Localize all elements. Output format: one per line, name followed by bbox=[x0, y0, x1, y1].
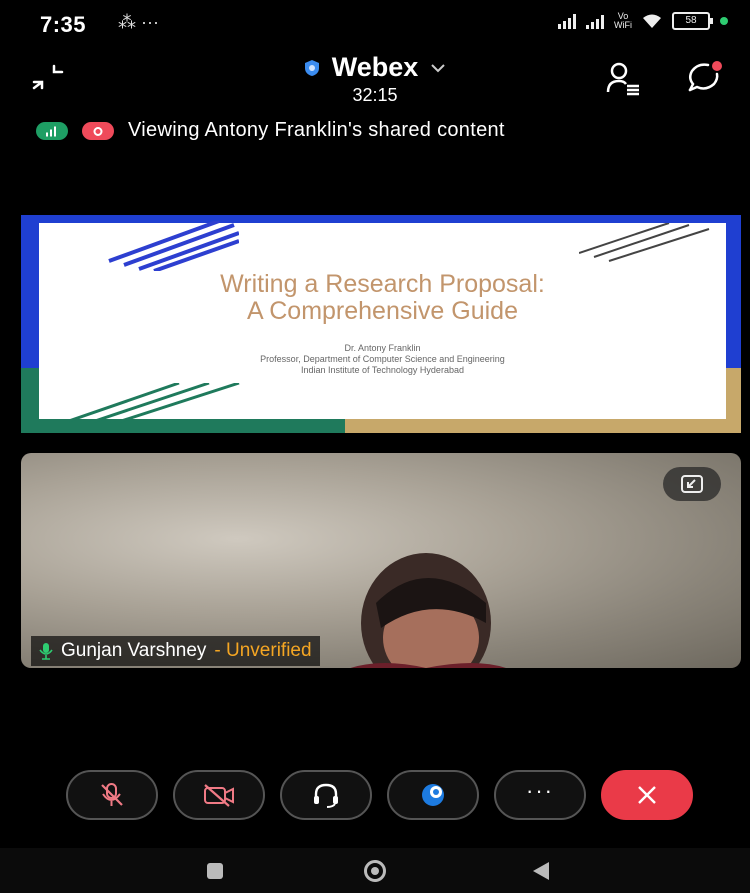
shield-icon bbox=[304, 59, 319, 76]
picture-in-picture-icon bbox=[681, 475, 703, 493]
recording-dot bbox=[720, 17, 728, 25]
slide-page: Writing a Research Proposal: A Comprehen… bbox=[39, 221, 726, 423]
vowifi-label: Vo WiFi bbox=[614, 11, 632, 30]
meeting-title[interactable]: Webex bbox=[304, 52, 447, 83]
status-time: 7:35 bbox=[40, 12, 87, 37]
video-off-icon bbox=[204, 784, 234, 807]
recording-icon bbox=[82, 121, 114, 140]
signal-icon-2 bbox=[586, 13, 604, 29]
sharing-banner: Viewing Antony Franklin's shared content bbox=[36, 119, 505, 142]
name-separator: - bbox=[214, 640, 227, 661]
slide-author-block: Dr. Antony Franklin Professor, Departmen… bbox=[39, 343, 726, 376]
microphone-icon bbox=[39, 643, 53, 660]
slide-author-role: Professor, Department of Computer Scienc… bbox=[260, 354, 505, 364]
battery-icon: 58 bbox=[672, 12, 713, 30]
home-icon[interactable] bbox=[364, 860, 386, 882]
audio-level-icon bbox=[36, 121, 68, 140]
close-icon bbox=[638, 786, 656, 804]
share-button[interactable] bbox=[387, 770, 479, 820]
verification-status: - Unverified bbox=[214, 640, 311, 662]
more-options-button[interactable]: ··· bbox=[494, 770, 586, 820]
system-navigation-bar bbox=[0, 848, 750, 893]
back-icon[interactable] bbox=[533, 862, 549, 880]
headset-icon bbox=[314, 783, 338, 808]
slide-stripes-top-left bbox=[108, 221, 239, 271]
shared-content[interactable]: Writing a Research Proposal: A Comprehen… bbox=[21, 215, 741, 433]
slide-stripes-bottom-left bbox=[69, 383, 240, 423]
audio-button[interactable] bbox=[280, 770, 372, 820]
wifi-icon bbox=[643, 14, 661, 28]
microphone-muted-icon bbox=[101, 783, 123, 806]
pip-button[interactable] bbox=[663, 467, 721, 501]
verification-label: Unverified bbox=[226, 640, 312, 661]
participant-video-frame bbox=[350, 553, 506, 668]
status-indicators: Vo WiFi 58 bbox=[558, 12, 728, 30]
slide-author-name: Dr. Antony Franklin bbox=[344, 343, 421, 353]
signal-icon bbox=[558, 13, 576, 29]
status-notification-icons: ⁂ ··· bbox=[118, 12, 159, 32]
slide-author-institute: Indian Institute of Technology Hyderabad bbox=[301, 365, 464, 375]
end-call-button[interactable] bbox=[601, 770, 693, 820]
participant-name: Gunjan Varshney bbox=[61, 640, 207, 661]
recent-apps-icon[interactable] bbox=[207, 863, 223, 879]
chevron-down-icon bbox=[431, 63, 445, 72]
sharing-status-text: Viewing Antony Franklin's shared content bbox=[128, 119, 505, 141]
slide-stripes-top-right bbox=[579, 223, 710, 262]
video-button[interactable] bbox=[173, 770, 265, 820]
slide-title-line-1: Writing a Research Proposal: bbox=[220, 270, 545, 298]
slide-title: Writing a Research Proposal: A Comprehen… bbox=[39, 271, 726, 325]
share-content-icon bbox=[422, 784, 444, 806]
participant-name-tag: Gunjan Varshney - Unverified bbox=[31, 636, 320, 666]
chat-icon[interactable] bbox=[684, 60, 724, 96]
slide-title-line-2: A Comprehensive Guide bbox=[247, 297, 518, 325]
call-controls: ··· bbox=[66, 770, 693, 820]
participants-icon[interactable] bbox=[605, 60, 641, 96]
mute-button[interactable] bbox=[66, 770, 158, 820]
participant-video[interactable]: Gunjan Varshney - Unverified bbox=[21, 453, 741, 668]
unread-dot bbox=[712, 61, 722, 71]
app-title: Webex bbox=[331, 52, 419, 82]
